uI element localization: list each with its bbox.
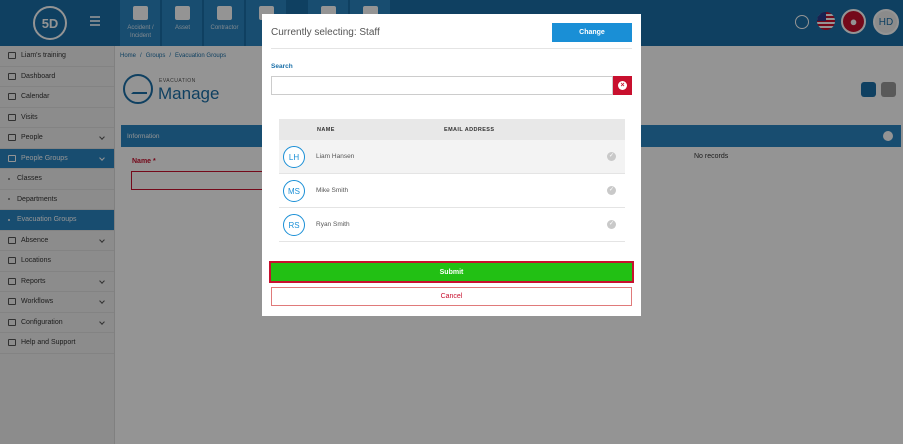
person-name: Ryan Smith [316, 221, 350, 228]
change-button[interactable]: Change [552, 23, 632, 42]
cancel-button[interactable]: Cancel [271, 287, 632, 306]
search-input[interactable] [271, 76, 613, 95]
person-name: Liam Hansen [316, 153, 355, 160]
person-name: Mike Smith [316, 187, 349, 194]
table-row[interactable]: RS Ryan Smith ✓ [279, 208, 625, 242]
check-icon[interactable]: ✓ [607, 220, 616, 229]
avatar: LH [283, 146, 305, 168]
modal-title: Currently selecting: Staff [271, 27, 380, 38]
submit-button[interactable]: Submit [269, 261, 634, 283]
avatar: MS [283, 180, 305, 202]
column-header-name[interactable]: NAME [317, 127, 335, 133]
select-staff-modal: Currently selecting: Staff Change Search… [262, 14, 641, 316]
check-icon[interactable]: ✓ [607, 152, 616, 161]
clear-search-button[interactable]: × [613, 76, 632, 95]
table-header: NAME EMAIL ADDRESS [279, 119, 625, 140]
search-label: Search [271, 63, 293, 70]
divider [271, 48, 632, 49]
close-icon: × [618, 81, 627, 90]
table-row[interactable]: LH Liam Hansen ✓ [279, 140, 625, 174]
table-row[interactable]: MS Mike Smith ✓ [279, 174, 625, 208]
staff-table: NAME EMAIL ADDRESS LH Liam Hansen ✓ MS M… [279, 119, 625, 242]
check-icon[interactable]: ✓ [607, 186, 616, 195]
column-header-email[interactable]: EMAIL ADDRESS [444, 127, 494, 133]
avatar: RS [283, 214, 305, 236]
